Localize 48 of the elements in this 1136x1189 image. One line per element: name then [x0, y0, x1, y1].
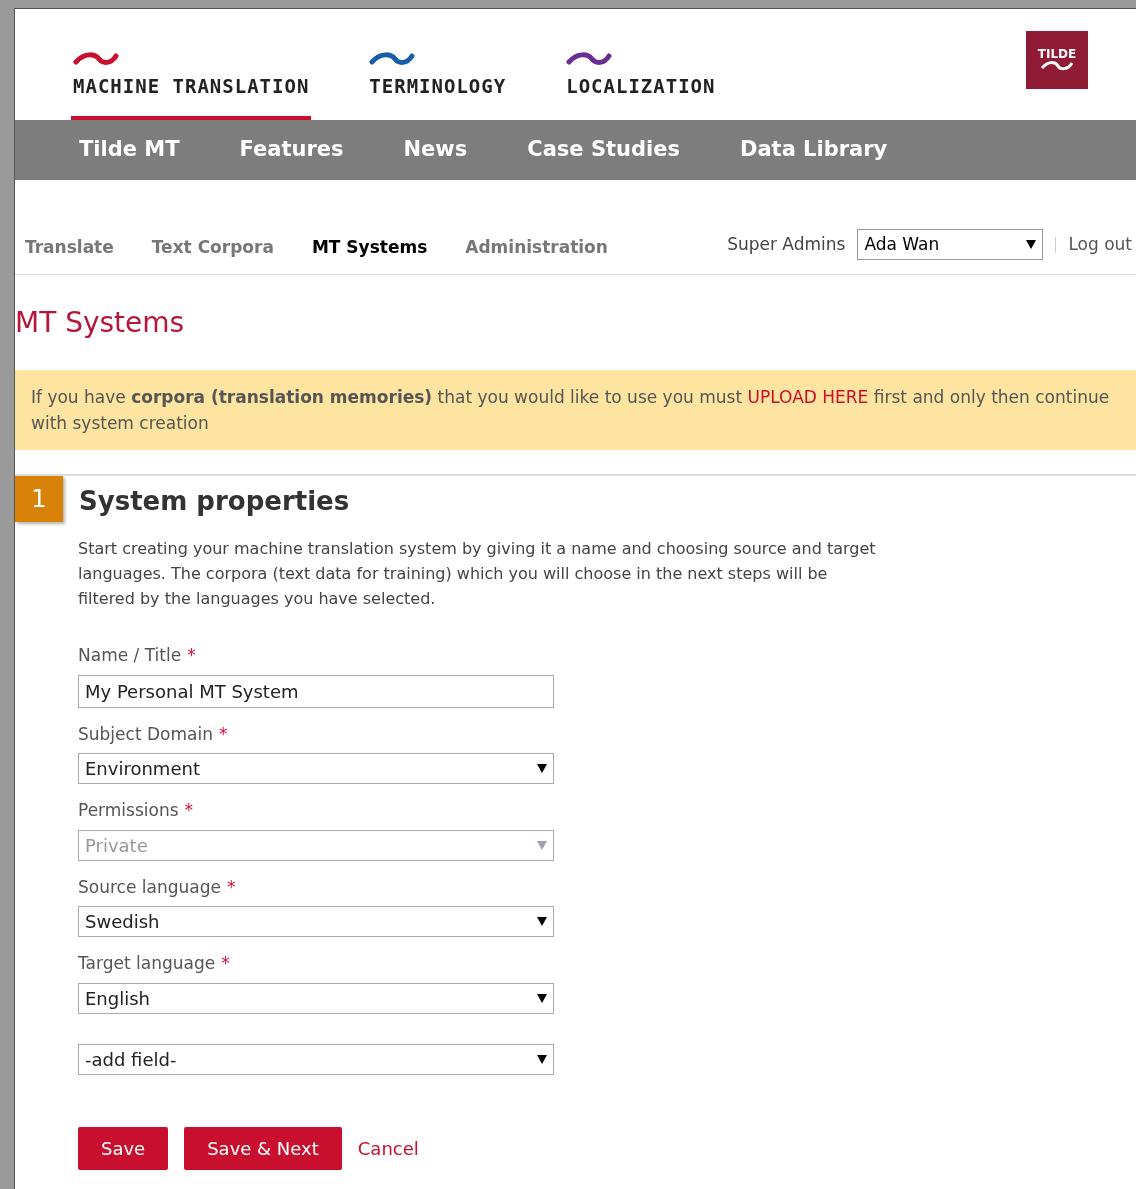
nav-link[interactable]: News — [403, 134, 468, 166]
step-description: Start creating your machine translation system by giving it a name and choosing source and target languages. The corpora (text data for training) which you will choose in the next steps will be filtered by the languages you have selected. — [78, 538, 877, 610]
field-label: Source language — [78, 875, 221, 899]
cancel-link[interactable]: Cancel — [357, 1134, 419, 1162]
page-title: MT Systems — [15, 304, 185, 341]
action-button[interactable]: Save — [78, 1126, 169, 1170]
select-field[interactable]: -add field- — [78, 1043, 554, 1075]
select-field[interactable]: English — [78, 982, 554, 1014]
required-mark: * — [184, 799, 194, 822]
required-mark: * — [221, 952, 230, 975]
field-label: Name / Title — [78, 644, 182, 667]
step-title: System properties — [79, 485, 350, 518]
upload-link[interactable]: UPLOAD HERE — [747, 387, 869, 407]
select-field[interactable]: Environment — [78, 753, 554, 784]
required-mark: * — [218, 722, 228, 746]
group-label: Super Admins — [727, 232, 846, 256]
logo[interactable]: TILDE — [1026, 31, 1088, 89]
nav-link[interactable]: Tilde MT — [79, 134, 180, 166]
field-label: Permissions — [78, 799, 179, 822]
required-mark: * — [187, 644, 196, 667]
tilde-wave-icon — [369, 51, 416, 66]
logout-link[interactable]: Log out — [1068, 231, 1132, 258]
sub-nav-tab[interactable]: Administration — [465, 234, 608, 260]
product-tab[interactable]: TERMINOLOGY — [367, 51, 509, 120]
step-number: 1 — [15, 476, 63, 522]
select-field[interactable]: Swedish — [78, 906, 554, 937]
product-tab[interactable]: LOCALIZATION — [564, 51, 718, 120]
sub-nav-tab[interactable]: Text Corpora — [151, 234, 274, 260]
field-label: Target language — [78, 952, 216, 975]
caret-icon — [537, 1054, 547, 1064]
tilde-wave-icon — [566, 51, 613, 66]
caret-icon — [537, 993, 547, 1003]
action-button[interactable]: Save & Next — [184, 1126, 342, 1170]
caret-icon — [537, 917, 547, 926]
required-mark: * — [226, 875, 236, 899]
tilde-wave-icon — [73, 51, 119, 66]
nav-link[interactable]: Data Library — [740, 134, 888, 166]
user-select[interactable]: Ada Wan — [857, 229, 1044, 260]
nav-link[interactable]: Case Studies — [527, 134, 680, 166]
field-label: Subject Domain — [78, 722, 213, 746]
caret-icon — [537, 764, 547, 773]
sub-nav-tab[interactable]: MT Systems — [311, 234, 428, 260]
notice-text: If you have corpora (translation memories) that you would like to use you must UPLOAD HERE first and only then continue with system creation — [31, 386, 1111, 435]
sub-nav-tab[interactable]: Translate — [25, 234, 114, 260]
nav-link[interactable]: Features — [239, 134, 344, 166]
caret-icon — [1026, 240, 1037, 249]
input-field[interactable]: My Personal MT System — [78, 674, 554, 708]
caret-icon — [537, 840, 547, 850]
